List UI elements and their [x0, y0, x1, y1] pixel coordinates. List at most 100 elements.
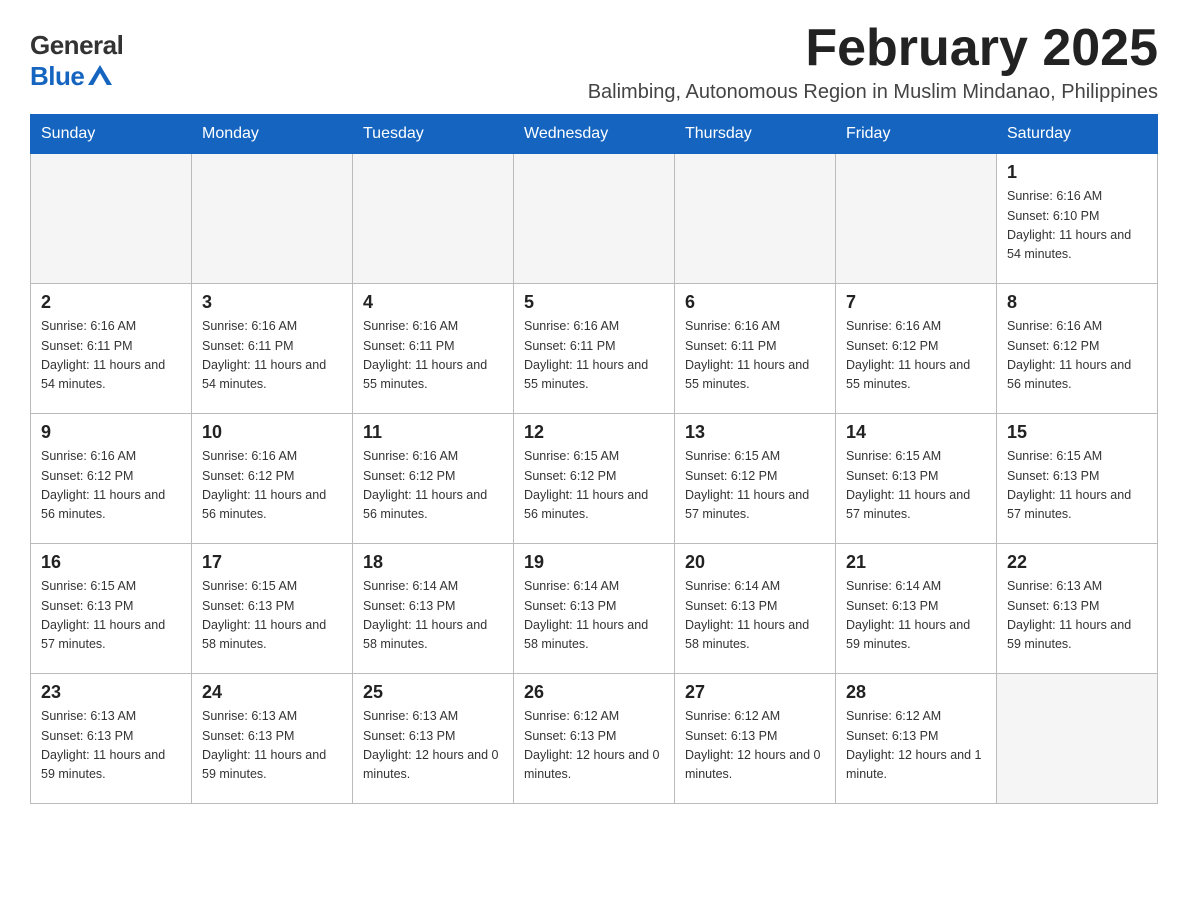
calendar-cell: 24 Sunrise: 6:13 AMSunset: 6:13 PMDayligh…: [192, 674, 353, 804]
logo-general-text: General: [30, 30, 123, 61]
day-number: 7: [846, 292, 986, 313]
calendar-cell: 23Sunrise: 6:13 AMSunset: 6:13 PMDayligh…: [31, 674, 192, 804]
day-number: 10: [202, 422, 342, 443]
day-info: Sunrise: 6:16 AMSunset: 6:11 PMDaylight:…: [524, 317, 664, 395]
calendar-cell: 4Sunrise: 6:16 AMSunset: 6:11 PMDaylight…: [353, 284, 514, 414]
day-number: 19: [524, 552, 664, 573]
day-info: Sunrise: 6:16 AMSunset: 6:12 PMDaylight:…: [202, 447, 342, 525]
calendar-cell: 9 Sunrise: 6:16 AMSunset: 6:12 PMDaylight…: [31, 414, 192, 544]
day-number: 25: [363, 682, 503, 703]
day-number: 11: [363, 422, 503, 443]
title-area: February 2025 Balimbing, Autonomous Regi…: [588, 20, 1158, 104]
calendar-cell: 15 Sunrise: 6:15 AMSunset: 6:13 PMDayligh…: [997, 414, 1158, 544]
calendar-header: SundayMondayTuesdayWednesdayThursdayFrid…: [31, 115, 1158, 154]
day-of-week-thursday: Thursday: [675, 115, 836, 154]
day-info: Sunrise: 6:15 AMSunset: 6:13 PMDaylight:…: [1007, 447, 1147, 525]
day-info: Sunrise: 6:14 AMSunset: 6:13 PMDaylight:…: [846, 577, 986, 655]
day-info: Sunrise: 6:16 AMSunset: 6:10 PMDaylight:…: [1007, 187, 1147, 265]
day-info: Sunrise: 6:16 AMSunset: 6:12 PMDaylight:…: [846, 317, 986, 395]
day-info: Sunrise: 6:15 AMSunset: 6:13 PMDaylight:…: [202, 577, 342, 655]
calendar-cell: 8 Sunrise: 6:16 AMSunset: 6:12 PMDaylight…: [997, 284, 1158, 414]
day-info: Sunrise: 6:15 AMSunset: 6:13 PMDaylight:…: [846, 447, 986, 525]
calendar-cell: 14 Sunrise: 6:15 AMSunset: 6:13 PMDayligh…: [836, 414, 997, 544]
day-number: 13: [685, 422, 825, 443]
day-number: 18: [363, 552, 503, 573]
day-info: Sunrise: 6:13 AMSunset: 6:13 PMDaylight:…: [1007, 577, 1147, 655]
day-number: 24: [202, 682, 342, 703]
day-info: Sunrise: 6:16 AMSunset: 6:11 PMDaylight:…: [202, 317, 342, 395]
calendar-cell: 13Sunrise: 6:15 AMSunset: 6:12 PMDayligh…: [675, 414, 836, 544]
calendar-cell: 11 Sunrise: 6:16 AMSunset: 6:12 PMDayligh…: [353, 414, 514, 544]
calendar-cell: [997, 674, 1158, 804]
calendar-cell: 6 Sunrise: 6:16 AMSunset: 6:11 PMDaylight…: [675, 284, 836, 414]
calendar-table: SundayMondayTuesdayWednesdayThursdayFrid…: [30, 114, 1158, 804]
day-info: Sunrise: 6:16 AMSunset: 6:12 PMDaylight:…: [363, 447, 503, 525]
day-of-week-saturday: Saturday: [997, 115, 1158, 154]
week-row-2: 2 Sunrise: 6:16 AMSunset: 6:11 PMDaylight…: [31, 284, 1158, 414]
week-row-5: 23Sunrise: 6:13 AMSunset: 6:13 PMDayligh…: [31, 674, 1158, 804]
day-info: Sunrise: 6:14 AMSunset: 6:13 PMDaylight:…: [363, 577, 503, 655]
day-info: Sunrise: 6:16 AMSunset: 6:11 PMDaylight:…: [685, 317, 825, 395]
day-of-week-wednesday: Wednesday: [514, 115, 675, 154]
calendar-cell: 22 Sunrise: 6:13 AMSunset: 6:13 PMDayligh…: [997, 544, 1158, 674]
month-title: February 2025: [588, 20, 1158, 77]
calendar-cell: 27Sunrise: 6:12 AMSunset: 6:13 PMDayligh…: [675, 674, 836, 804]
calendar-cell: 5 Sunrise: 6:16 AMSunset: 6:11 PMDaylight…: [514, 284, 675, 414]
day-info: Sunrise: 6:16 AMSunset: 6:12 PMDaylight:…: [41, 447, 181, 525]
day-info: Sunrise: 6:13 AMSunset: 6:13 PMDaylight:…: [363, 707, 503, 785]
calendar-cell: 3 Sunrise: 6:16 AMSunset: 6:11 PMDaylight…: [192, 284, 353, 414]
day-info: Sunrise: 6:16 AMSunset: 6:11 PMDaylight:…: [363, 317, 503, 395]
day-of-week-tuesday: Tuesday: [353, 115, 514, 154]
calendar-cell: 21 Sunrise: 6:14 AMSunset: 6:13 PMDayligh…: [836, 544, 997, 674]
day-number: 9: [41, 422, 181, 443]
day-info: Sunrise: 6:12 AMSunset: 6:13 PMDaylight:…: [846, 707, 986, 785]
logo-blue-text: Blue: [30, 61, 112, 92]
day-number: 15: [1007, 422, 1147, 443]
day-number: 26: [524, 682, 664, 703]
calendar-cell: 25 Sunrise: 6:13 AMSunset: 6:13 PMDayligh…: [353, 674, 514, 804]
logo: General Blue: [30, 30, 123, 92]
day-number: 1: [1007, 162, 1147, 183]
week-row-4: 16 Sunrise: 6:15 AMSunset: 6:13 PMDayligh…: [31, 544, 1158, 674]
logo-triangle-icon: [88, 65, 112, 85]
calendar-cell: [353, 154, 514, 284]
calendar-cell: 1 Sunrise: 6:16 AMSunset: 6:10 PMDaylight…: [997, 154, 1158, 284]
day-number: 28: [846, 682, 986, 703]
day-info: Sunrise: 6:15 AMSunset: 6:13 PMDaylight:…: [41, 577, 181, 655]
day-of-week-sunday: Sunday: [31, 115, 192, 154]
day-number: 3: [202, 292, 342, 313]
calendar-cell: [836, 154, 997, 284]
day-number: 14: [846, 422, 986, 443]
calendar-cell: 10 Sunrise: 6:16 AMSunset: 6:12 PMDayligh…: [192, 414, 353, 544]
calendar-cell: [514, 154, 675, 284]
day-number: 17: [202, 552, 342, 573]
calendar-cell: 12Sunrise: 6:15 AMSunset: 6:12 PMDayligh…: [514, 414, 675, 544]
calendar-body: 1 Sunrise: 6:16 AMSunset: 6:10 PMDaylight…: [31, 154, 1158, 804]
page-header: General Blue February 2025 Balimbing, Au…: [30, 20, 1158, 104]
day-number: 6: [685, 292, 825, 313]
day-info: Sunrise: 6:14 AMSunset: 6:13 PMDaylight:…: [524, 577, 664, 655]
day-of-week-monday: Monday: [192, 115, 353, 154]
day-number: 22: [1007, 552, 1147, 573]
calendar-cell: [192, 154, 353, 284]
calendar-cell: 20Sunrise: 6:14 AMSunset: 6:13 PMDayligh…: [675, 544, 836, 674]
calendar-cell: [675, 154, 836, 284]
day-number: 27: [685, 682, 825, 703]
day-info: Sunrise: 6:14 AMSunset: 6:13 PMDaylight:…: [685, 577, 825, 655]
day-info: Sunrise: 6:13 AMSunset: 6:13 PMDaylight:…: [202, 707, 342, 785]
calendar-cell: 7 Sunrise: 6:16 AMSunset: 6:12 PMDaylight…: [836, 284, 997, 414]
calendar-cell: 16 Sunrise: 6:15 AMSunset: 6:13 PMDayligh…: [31, 544, 192, 674]
calendar-cell: 18 Sunrise: 6:14 AMSunset: 6:13 PMDayligh…: [353, 544, 514, 674]
day-info: Sunrise: 6:12 AMSunset: 6:13 PMDaylight:…: [524, 707, 664, 785]
day-info: Sunrise: 6:15 AMSunset: 6:12 PMDaylight:…: [524, 447, 664, 525]
day-info: Sunrise: 6:16 AMSunset: 6:12 PMDaylight:…: [1007, 317, 1147, 395]
calendar-cell: [31, 154, 192, 284]
day-number: 8: [1007, 292, 1147, 313]
day-number: 21: [846, 552, 986, 573]
subtitle: Balimbing, Autonomous Region in Muslim M…: [588, 81, 1158, 104]
day-number: 2: [41, 292, 181, 313]
day-info: Sunrise: 6:13 AMSunset: 6:13 PMDaylight:…: [41, 707, 181, 785]
week-row-3: 9 Sunrise: 6:16 AMSunset: 6:12 PMDaylight…: [31, 414, 1158, 544]
day-number: 5: [524, 292, 664, 313]
day-number: 16: [41, 552, 181, 573]
